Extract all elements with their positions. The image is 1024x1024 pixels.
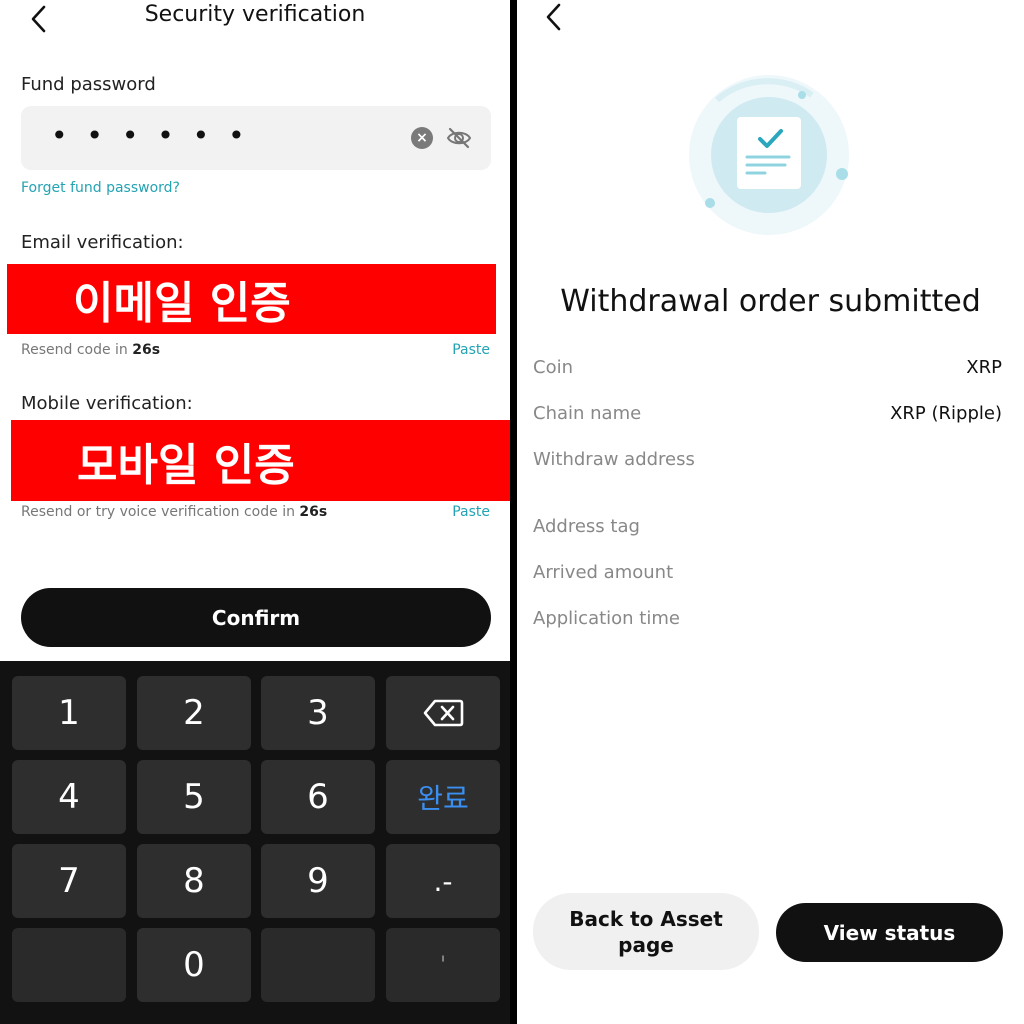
address-tag-label: Address tag [533,516,640,537]
mobile-paste-button[interactable]: Paste [452,504,490,520]
key-5[interactable]: 5 [137,760,251,834]
numeric-keypad: 1 2 3 4 5 6 완료 7 8 9 .- 0 ' [0,661,510,1024]
chain-name-label: Chain name [533,403,642,424]
eye-off-icon[interactable] [445,124,473,152]
security-verification-screen: Security verification Fund password • • … [0,0,510,1024]
backspace-icon [423,699,464,727]
key-backspace[interactable] [386,676,500,750]
key-apostrophe[interactable]: ' [386,928,500,1002]
email-resend-hint: Resend code in 26s [21,342,161,358]
mobile-resend-hint: Resend or try voice verification code in… [21,504,328,520]
view-status-button[interactable]: View status [776,903,1003,962]
email-code-field-redaction[interactable]: 이메일 인증 [7,264,496,334]
fund-password-field[interactable]: • • • • • • × [21,106,491,170]
key-4[interactable]: 4 [12,760,126,834]
chevron-left-icon [546,3,561,31]
arrived-amount-label: Arrived amount [533,562,674,583]
key-1[interactable]: 1 [12,676,126,750]
key-empty [12,928,126,1002]
result-title: Withdrawal order submitted [560,284,981,319]
key-9[interactable]: 9 [261,844,375,918]
document-check-icon [689,75,849,235]
application-time-label: Application time [533,608,680,629]
mobile-code-field-redaction[interactable]: 모바일 인증 [11,420,510,501]
key-done[interactable]: 완료 [386,760,500,834]
clear-icon[interactable]: × [411,127,433,149]
mobile-countdown: 26s [299,504,328,520]
confirm-button[interactable]: Confirm [21,588,491,647]
key-8[interactable]: 8 [137,844,251,918]
coin-label: Coin [533,357,573,378]
email-verification-label: Email verification: [21,232,184,253]
key-2[interactable]: 2 [137,676,251,750]
page-title: Security verification [144,2,366,27]
key-6[interactable]: 6 [261,760,375,834]
panel-divider [510,0,517,1024]
fund-password-value: • • • • • • [51,119,250,152]
key-7[interactable]: 7 [12,844,126,918]
coin-value: XRP [966,357,1002,378]
mobile-verification-label: Mobile verification: [21,393,193,414]
chain-name-value: XRP (Ripple) [890,403,1002,424]
back-button[interactable] [537,0,573,34]
fund-password-label: Fund password [21,74,156,95]
email-countdown: 26s [132,342,161,358]
withdrawal-result-screen: Withdrawal order submitted Coin XRP Chai… [517,0,1024,1024]
key-3[interactable]: 3 [261,676,375,750]
withdraw-address-label: Withdraw address [533,449,695,470]
forget-password-link[interactable]: Forget fund password? [21,180,180,196]
key-0[interactable]: 0 [137,928,251,1002]
key-dot-minus[interactable]: .- [386,844,500,918]
email-paste-button[interactable]: Paste [452,342,490,358]
back-to-asset-button[interactable]: Back to Asset page [533,893,759,970]
key-empty [261,928,375,1002]
